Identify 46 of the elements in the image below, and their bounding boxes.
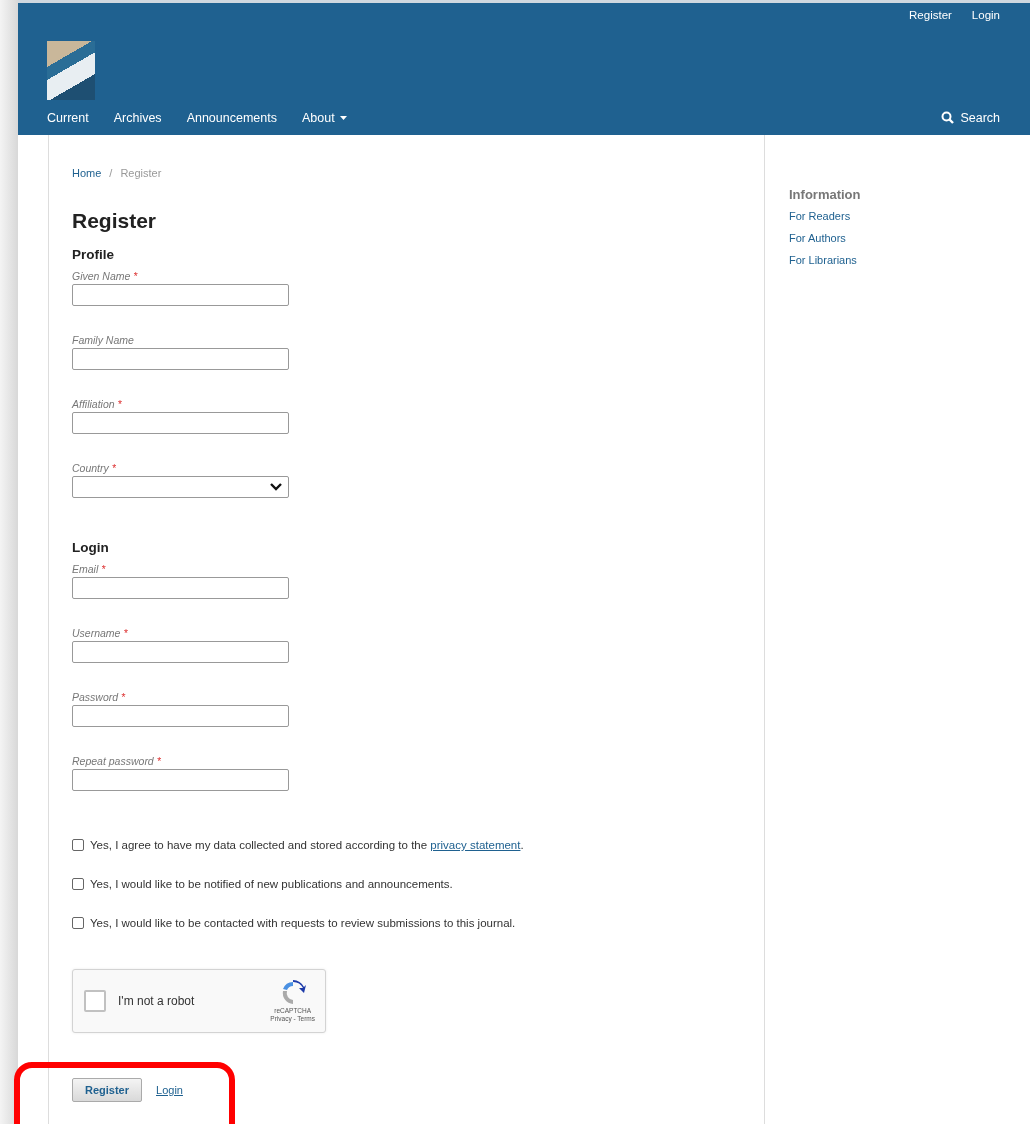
consent-text: Yes, I agree to have my data collected and stored according to the privacy statement. [90, 839, 524, 851]
sidebar-title: Information [789, 187, 861, 202]
field-label: Password * [72, 691, 127, 703]
input-field[interactable] [72, 577, 289, 599]
input-field[interactable] [72, 769, 289, 791]
input-field[interactable] [72, 641, 289, 663]
sidebar-link[interactable]: For Librarians [789, 254, 861, 266]
breadcrumb-current: Register [120, 167, 162, 179]
nav-item[interactable]: Archives [113, 110, 162, 125]
field-label: Family Name [72, 334, 135, 346]
sidebar-link[interactable]: For Readers [789, 210, 861, 222]
chevron-down-icon [270, 483, 282, 491]
field-label: Repeat password * [72, 755, 162, 767]
section-heading: Profile [72, 247, 115, 262]
breadcrumb-separator: / [109, 167, 113, 179]
sidebar-link[interactable]: For Authors [789, 232, 861, 244]
consent-text: Yes, I would like to be contacted with requests to review submissions to this journal. [90, 917, 516, 929]
nav-item[interactable]: Current [47, 110, 89, 125]
page-title: Register [72, 209, 158, 233]
search-link[interactable]: Search [941, 110, 1000, 125]
checkbox[interactable] [72, 917, 84, 929]
header-link[interactable]: Login [971, 9, 1000, 32]
checkbox[interactable] [72, 839, 84, 851]
captcha-label: I'm not a robot [118, 994, 195, 1008]
search-icon [941, 111, 955, 125]
nav-item[interactable]: About [301, 110, 347, 125]
field-label: Affiliation * [72, 398, 123, 410]
login-link[interactable]: Login [156, 1084, 183, 1096]
input-field[interactable] [72, 705, 289, 727]
field-label: Country * [72, 462, 117, 474]
input-field[interactable] [72, 348, 289, 370]
breadcrumb-link[interactable]: Home [72, 167, 102, 179]
header-link[interactable]: Register [909, 9, 952, 32]
input-field[interactable] [72, 412, 289, 434]
field-label: Given Name * [72, 270, 139, 282]
field-label: Username * [72, 627, 129, 639]
field-label: Email * [72, 563, 107, 575]
country-select[interactable] [72, 476, 289, 498]
nav-item[interactable]: Announcements [186, 110, 277, 125]
journal-cover-logo[interactable] [47, 41, 95, 101]
checkbox[interactable] [72, 878, 84, 890]
section-heading: Login [72, 540, 110, 555]
captcha-checkbox[interactable] [84, 990, 106, 1012]
register-button[interactable]: Register [72, 1078, 143, 1102]
consent-text: Yes, I would like to be notified of new publications and announcements. [90, 878, 453, 890]
input-field[interactable] [72, 284, 289, 306]
